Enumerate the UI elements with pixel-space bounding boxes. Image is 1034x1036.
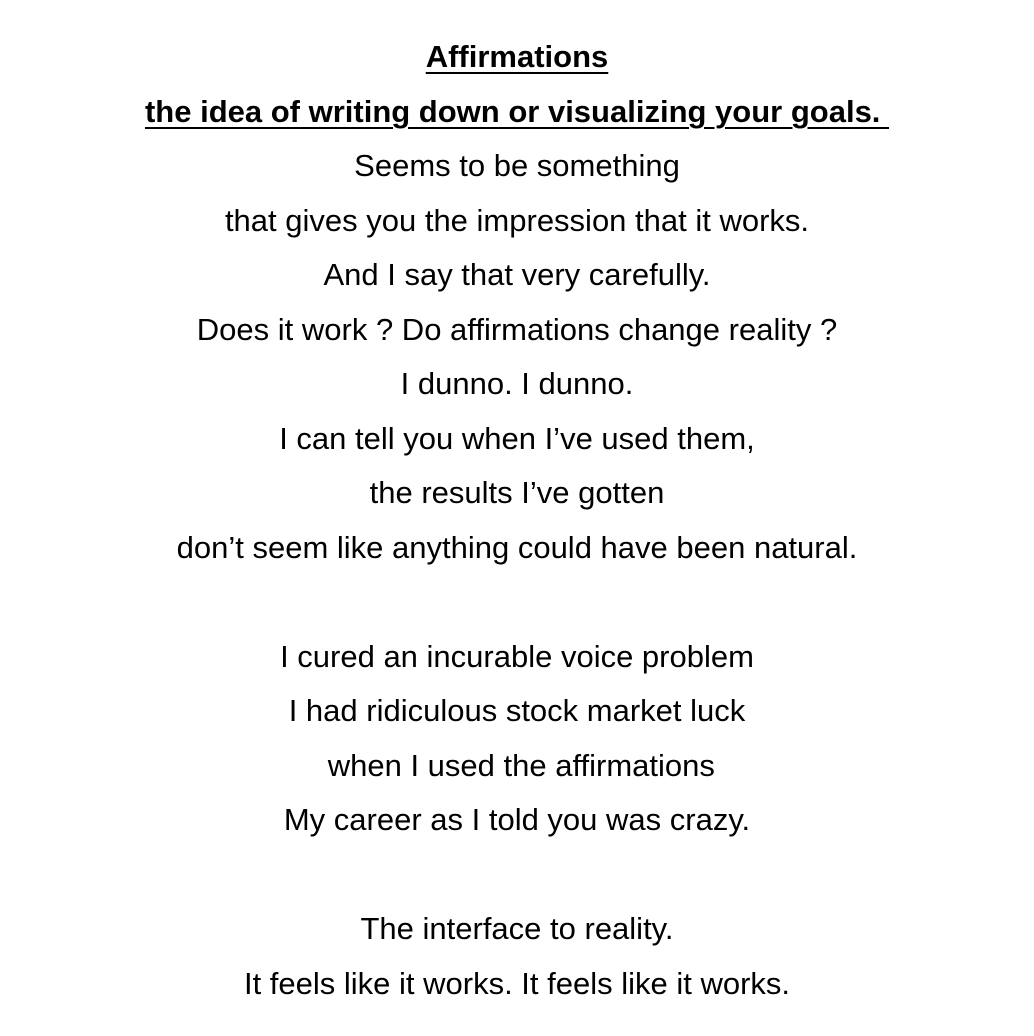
- stanza-3: The interface to reality. It feels like …: [0, 902, 1034, 1011]
- text-line: My career as I told you was crazy.: [283, 802, 751, 837]
- document-subtitle: the idea of writing down or visualizing …: [144, 93, 890, 129]
- text-line: The interface to reality.: [360, 911, 674, 946]
- stanza-break: [0, 575, 1034, 630]
- document-page: Affirmations the idea of writing down or…: [0, 0, 1034, 1036]
- text-line: the results I’ve gotten: [369, 475, 665, 510]
- stanza-1: Seems to be something that gives you the…: [0, 139, 1034, 575]
- text-line: I dunno. I dunno.: [400, 366, 634, 401]
- text-line: I had ridiculous stock market luck: [288, 693, 746, 728]
- document-title: Affirmations: [425, 39, 609, 74]
- text-line: And I say that very carefully.: [323, 257, 711, 292]
- text-line: It feels like it works. It feels like it…: [243, 965, 791, 1001]
- text-line: Seems to be something: [354, 148, 680, 183]
- text-line: Does it work ? Do affirmations change re…: [196, 311, 838, 347]
- text-line: don’t seem like anything could have been…: [176, 529, 858, 565]
- text-line: I can tell you when I’ve used them,: [279, 420, 755, 456]
- text-line: I cured an incurable voice problem: [280, 638, 754, 674]
- stanza-2: I cured an incurable voice problem I had…: [0, 630, 1034, 848]
- text-line: when I used the affirmations: [319, 747, 715, 783]
- stanza-break: [0, 848, 1034, 903]
- text-line: that gives you the impression that it wo…: [224, 202, 810, 238]
